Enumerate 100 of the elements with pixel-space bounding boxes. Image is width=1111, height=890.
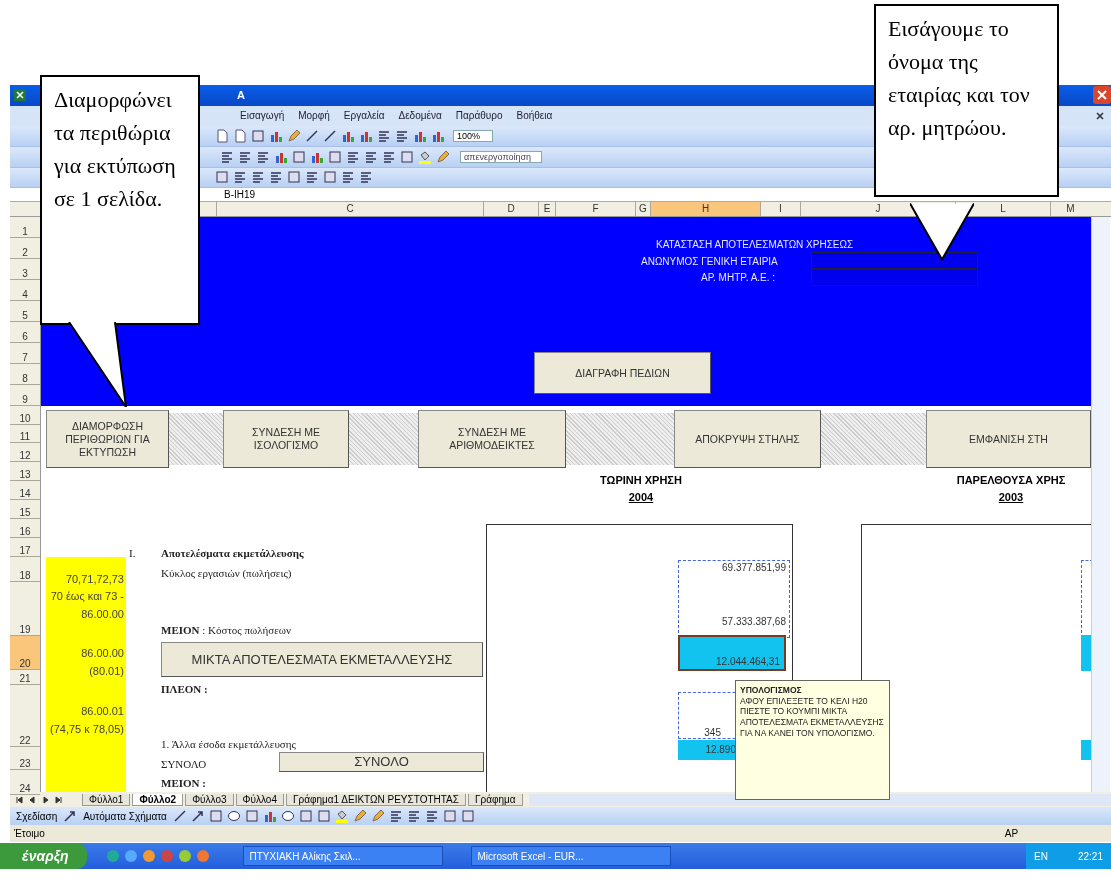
zoom-dropdown[interactable]: 100% bbox=[453, 129, 494, 142]
square-icon[interactable] bbox=[215, 170, 229, 185]
align-icon[interactable] bbox=[359, 170, 373, 185]
menu-item[interactable]: Μορφή bbox=[298, 110, 330, 122]
column-header[interactable]: F bbox=[555, 202, 635, 217]
close-icon[interactable] bbox=[1093, 86, 1111, 105]
style-dropdown[interactable]: απενεργοποίηση bbox=[460, 150, 543, 163]
align-icon[interactable] bbox=[220, 149, 234, 164]
line-icon[interactable] bbox=[305, 128, 319, 143]
autoshapes-menu[interactable]: Αυτόματα Σχήματα bbox=[81, 810, 169, 822]
square-icon[interactable] bbox=[287, 170, 301, 185]
row-header[interactable]: 18 bbox=[10, 557, 40, 583]
square-icon[interactable] bbox=[292, 149, 306, 164]
row-header[interactable]: 15 bbox=[10, 500, 40, 520]
row-header[interactable]: 21 bbox=[10, 670, 40, 686]
align-icon[interactable] bbox=[382, 149, 396, 164]
square-icon[interactable] bbox=[460, 809, 475, 824]
sheet-tab[interactable]: Γράφημα1 ΔΕΙΚΤΩΝ ΡΕΥΣΤΟΤΗΤΑΣ bbox=[285, 793, 466, 806]
registry-field[interactable] bbox=[811, 269, 978, 287]
clear-fields-button[interactable]: ΔΙΑΓΡΑΦΗ ΠΕΔΙΩΝ bbox=[534, 352, 711, 395]
align-icon[interactable] bbox=[238, 149, 252, 164]
align-icon[interactable] bbox=[424, 809, 439, 824]
square-icon[interactable] bbox=[442, 809, 457, 824]
macro-button[interactable]: ΑΠΟΚΡΥΨΗ ΣΤΗΛΗΣ bbox=[674, 410, 821, 469]
pencil-icon[interactable] bbox=[436, 149, 450, 164]
row-header[interactable]: 11 bbox=[10, 425, 40, 444]
macro-button[interactable]: ΜΙΚΤΑ ΑΠΟΤΕΛΕΣΜΑΤΑ ΕΚΜΕΤΑΛΛΕΥΣΗΣ bbox=[161, 642, 483, 678]
menu-item[interactable]: Εργαλεία bbox=[343, 110, 385, 122]
oval-icon[interactable] bbox=[280, 809, 295, 824]
row-label: 1. Άλλα έσοδα εκμετάλλευσης bbox=[161, 738, 296, 751]
row-header[interactable]: 10 bbox=[10, 406, 40, 426]
square-icon[interactable] bbox=[251, 128, 265, 143]
sheet-tab[interactable]: Φύλλο4 bbox=[235, 793, 284, 806]
macro-button[interactable]: ΣΥΝΟΛΟ bbox=[279, 752, 484, 773]
column-header[interactable]: I bbox=[760, 202, 800, 217]
row-header[interactable]: 20 bbox=[10, 636, 40, 671]
fill-bucket-icon[interactable] bbox=[418, 149, 432, 164]
sheet-tab[interactable]: Γράφημα bbox=[468, 793, 523, 806]
macro-button[interactable]: ΕΜΦΑΝΙΣΗ ΣΤΗ bbox=[926, 410, 1091, 469]
row-header[interactable]: 14 bbox=[10, 481, 40, 501]
align-icon[interactable] bbox=[364, 149, 378, 164]
align-icon[interactable] bbox=[377, 128, 391, 143]
pencil-icon[interactable] bbox=[287, 128, 301, 143]
arrow-icon[interactable] bbox=[190, 809, 205, 824]
align-icon[interactable] bbox=[341, 170, 355, 185]
fill-bucket-icon[interactable] bbox=[334, 809, 349, 824]
column-header[interactable]: E bbox=[538, 202, 555, 217]
align-icon[interactable] bbox=[388, 809, 403, 824]
column-header[interactable]: M bbox=[1050, 202, 1090, 217]
menu-item[interactable]: Εισαγωγή bbox=[240, 110, 285, 122]
align-icon[interactable] bbox=[406, 809, 421, 824]
company-name-field[interactable] bbox=[811, 252, 978, 270]
macro-button[interactable]: ΣΥΝΔΕΣΗ ΜΕ ΙΣΟΛΟΓΙΣΜΟ bbox=[223, 410, 349, 469]
bar-chart-icon[interactable] bbox=[262, 809, 277, 824]
sheet-tab[interactable]: Φύλλο2 bbox=[132, 793, 184, 806]
square-icon[interactable] bbox=[400, 149, 414, 164]
align-icon[interactable] bbox=[269, 170, 283, 185]
row-header[interactable]: 17 bbox=[10, 538, 40, 558]
macro-button[interactable]: ΣΥΝΔΕΣΗ ΜΕ ΑΡΙΘΜΟΔΕΙΚΤΕΣ bbox=[418, 410, 566, 469]
square-icon[interactable] bbox=[328, 149, 342, 164]
taskbar-button[interactable]: ΠΤΥΧΙΑΚΗ Αλίκης Σκιλ... bbox=[242, 846, 443, 866]
sheet-tab[interactable]: Φύλλο3 bbox=[185, 793, 234, 806]
column-header[interactable]: D bbox=[483, 202, 538, 217]
formula-field[interactable]: B-IH19 bbox=[222, 189, 258, 201]
square-icon[interactable] bbox=[323, 170, 337, 185]
draw-menu[interactable]: Σχεδίαση bbox=[14, 810, 60, 822]
start-button[interactable]: έναρξη bbox=[0, 843, 87, 869]
column-header[interactable]: H bbox=[650, 202, 760, 217]
line-icon[interactable] bbox=[172, 809, 187, 824]
align-icon[interactable] bbox=[233, 170, 247, 185]
row-header[interactable]: 23 bbox=[10, 747, 40, 771]
align-icon[interactable] bbox=[346, 149, 360, 164]
row-header[interactable]: 16 bbox=[10, 519, 40, 539]
line-icon[interactable] bbox=[323, 128, 337, 143]
row-header[interactable]: 8 bbox=[10, 364, 40, 386]
align-icon[interactable] bbox=[251, 170, 265, 185]
taskbar-button[interactable]: Microsoft Excel - EUR... bbox=[470, 846, 671, 866]
column-header[interactable]: C bbox=[216, 202, 483, 217]
arrow-icon[interactable] bbox=[63, 809, 78, 824]
page-icon[interactable] bbox=[233, 128, 247, 143]
menu-item[interactable]: Δεδομένα bbox=[398, 110, 442, 122]
menu-item[interactable]: Βοήθεια bbox=[516, 110, 553, 122]
row-header[interactable]: 9 bbox=[10, 385, 40, 407]
vertical-scrollbar[interactable] bbox=[1091, 217, 1110, 793]
align-icon[interactable] bbox=[395, 128, 409, 143]
row-header[interactable]: 13 bbox=[10, 462, 40, 482]
close-icon[interactable] bbox=[1095, 110, 1105, 121]
row-header[interactable]: 22 bbox=[10, 685, 40, 748]
row-header[interactable]: 12 bbox=[10, 443, 40, 463]
square-icon[interactable] bbox=[316, 809, 331, 824]
row-header[interactable]: 7 bbox=[10, 343, 40, 365]
menu-item[interactable]: Παράθυρο bbox=[455, 110, 503, 122]
selected-cell[interactable]: 12.044.464,31 bbox=[678, 635, 786, 672]
align-icon[interactable] bbox=[305, 170, 319, 185]
align-icon[interactable] bbox=[256, 149, 270, 164]
page-icon[interactable] bbox=[215, 128, 229, 143]
sheet-tab[interactable]: Φύλλο1 bbox=[82, 793, 131, 806]
oval-icon[interactable] bbox=[226, 809, 241, 824]
macro-button[interactable]: ΔΙΑΜΟΡΦΩΣΗ ΠΕΡΙΘΩΡΙΩΝ ΓΙΑ ΕΚΤΥΠΩΣΗ bbox=[46, 410, 169, 469]
mode-indicator: ΑΡ bbox=[1004, 828, 1019, 840]
